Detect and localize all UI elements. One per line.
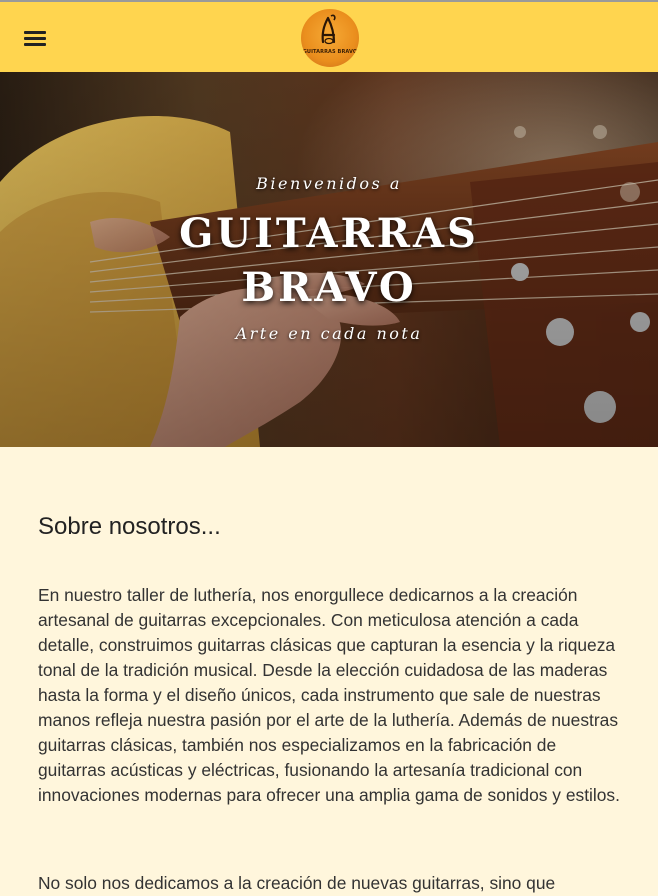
hero-tagline: Arte en cada nota [235, 324, 423, 343]
hamburger-menu-icon[interactable] [22, 28, 48, 48]
top-navbar: GUITARRAS BRAVO [0, 2, 658, 72]
about-paragraph-2: No solo nos dedicamos a la creación de n… [38, 873, 556, 893]
guitar-logo-icon [321, 14, 336, 45]
hero-title-line2: BRAVO [241, 264, 417, 311]
hero-banner: Bienvenidos a GUITARRAS BRAVO Arte en ca… [0, 72, 658, 447]
hero-title: GUITARRAS BRAVO [0, 207, 658, 315]
about-paragraph-1: En nuestro taller de luthería, nos enorg… [38, 585, 620, 805]
about-title: Sobre nosotros... [38, 513, 221, 540]
hero-title-line1: GUITARRAS [179, 210, 479, 257]
logo-text: GUITARRAS BRAVO [302, 49, 358, 55]
hero-welcome-text: Bienvenidos a [256, 174, 402, 193]
brand-logo[interactable]: GUITARRAS BRAVO [301, 9, 359, 67]
